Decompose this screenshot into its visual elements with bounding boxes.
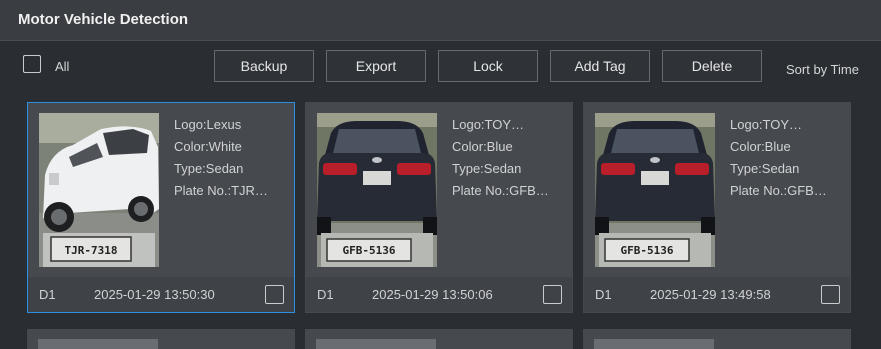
- card-footer: D1 2025-01-29 13:50:30: [28, 277, 294, 312]
- page-title: Motor Vehicle Detection: [18, 11, 189, 28]
- lock-button[interactable]: Lock: [438, 50, 538, 82]
- detection-card[interactable]: TJR-7318 Logo:Lexus Color:White Type:Sed…: [27, 102, 295, 313]
- title-bar: Motor Vehicle Detection: [0, 0, 881, 41]
- plate-image-text: GFB-5136: [343, 244, 396, 257]
- vehicle-color: Color:Blue: [730, 139, 791, 154]
- card-footer: D1 2025-01-29 13:49:58: [584, 277, 850, 312]
- detection-card[interactable]: GFB-5136 Logo:TOY… Color:Blue Type:Sedan…: [305, 102, 573, 313]
- toolbar: All Backup Export Lock Add Tag Delete So…: [0, 41, 881, 97]
- vehicle-logo: Logo:TOY…: [452, 117, 525, 132]
- detection-card-partial[interactable]: [305, 329, 573, 349]
- timestamp: 2025-01-29 13:50:30: [94, 287, 215, 302]
- vehicle-snapshot-partial: [316, 339, 436, 349]
- vehicle-info: Logo:TOY… Color:Blue Type:Sedan Plate No…: [452, 117, 570, 205]
- vehicle-snapshot[interactable]: GFB-5136: [317, 113, 437, 267]
- vehicle-type: Type:Sedan: [730, 161, 800, 176]
- channel-label: D1: [39, 287, 56, 302]
- channel-label: D1: [595, 287, 612, 302]
- detection-card-partial[interactable]: [583, 329, 851, 349]
- vehicle-logo: Logo:TOY…: [730, 117, 803, 132]
- vehicle-plate: Plate No.:GFB…: [730, 183, 827, 198]
- card-checkbox[interactable]: [821, 285, 840, 304]
- select-all-label[interactable]: All: [55, 59, 69, 74]
- add-tag-button[interactable]: Add Tag: [550, 50, 650, 82]
- card-checkbox[interactable]: [543, 285, 562, 304]
- vehicle-info: Logo:TOY… Color:Blue Type:Sedan Plate No…: [730, 117, 848, 205]
- card-checkbox[interactable]: [265, 285, 284, 304]
- timestamp: 2025-01-29 13:49:58: [650, 287, 771, 302]
- timestamp: 2025-01-29 13:50:06: [372, 287, 493, 302]
- delete-button[interactable]: Delete: [662, 50, 762, 82]
- vehicle-info: Logo:Lexus Color:White Type:Sedan Plate …: [174, 117, 292, 205]
- vehicle-snapshot[interactable]: GFB-5136: [595, 113, 715, 267]
- export-button[interactable]: Export: [326, 50, 426, 82]
- vehicle-snapshot-partial: [594, 339, 714, 349]
- vehicle-snapshot[interactable]: TJR-7318: [39, 113, 159, 267]
- channel-label: D1: [317, 287, 334, 302]
- detection-card[interactable]: GFB-5136 Logo:TOY… Color:Blue Type:Sedan…: [583, 102, 851, 313]
- plate-image-text: TJR-7318: [65, 244, 118, 257]
- card-footer: D1 2025-01-29 13:50:06: [306, 277, 572, 312]
- plate-image-text: GFB-5136: [621, 244, 674, 257]
- vehicle-snapshot-partial: [38, 339, 158, 349]
- vehicle-plate: Plate No.:GFB…: [452, 183, 549, 198]
- backup-button[interactable]: Backup: [214, 50, 314, 82]
- vehicle-logo: Logo:Lexus: [174, 117, 242, 132]
- vehicle-color: Color:Blue: [452, 139, 513, 154]
- vehicle-color: Color:White: [174, 139, 242, 154]
- detection-card-partial[interactable]: [27, 329, 295, 349]
- vehicle-type: Type:Sedan: [452, 161, 522, 176]
- sort-by-time-toggle[interactable]: Sort by Time: [786, 62, 859, 77]
- vehicle-type: Type:Sedan: [174, 161, 244, 176]
- vehicle-plate: Plate No.:TJR…: [174, 183, 268, 198]
- select-all-checkbox[interactable]: [23, 55, 41, 73]
